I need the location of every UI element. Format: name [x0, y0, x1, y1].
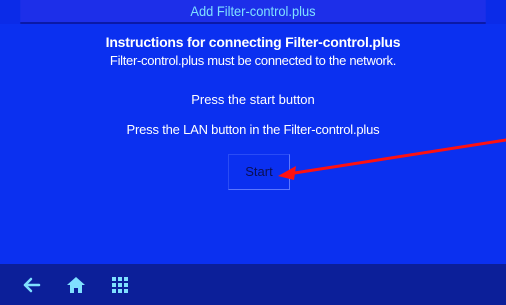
page-title: Add Filter-control.plus — [190, 3, 316, 19]
screen: Add Filter-control.plus Instructions for… — [0, 0, 506, 305]
instructions-subtitle: Filter-control.plus must be connected to… — [109, 53, 397, 68]
red-pointer-arrow-icon — [278, 138, 506, 180]
start-button[interactable]: Start — [228, 154, 290, 190]
main-content: Instructions for connecting Filter-contr… — [0, 24, 506, 264]
home-icon[interactable] — [66, 275, 86, 295]
instructions-heading: Instructions for connecting Filter-contr… — [105, 34, 401, 50]
title-bar: Add Filter-control.plus — [20, 0, 486, 24]
grid-menu-icon[interactable] — [110, 275, 130, 295]
instruction-press-lan: Press the LAN button in the Filter-contr… — [126, 122, 380, 137]
instruction-press-start: Press the start button — [191, 92, 315, 107]
bottom-navigation-bar — [0, 264, 506, 305]
back-arrow-icon[interactable] — [22, 275, 42, 295]
